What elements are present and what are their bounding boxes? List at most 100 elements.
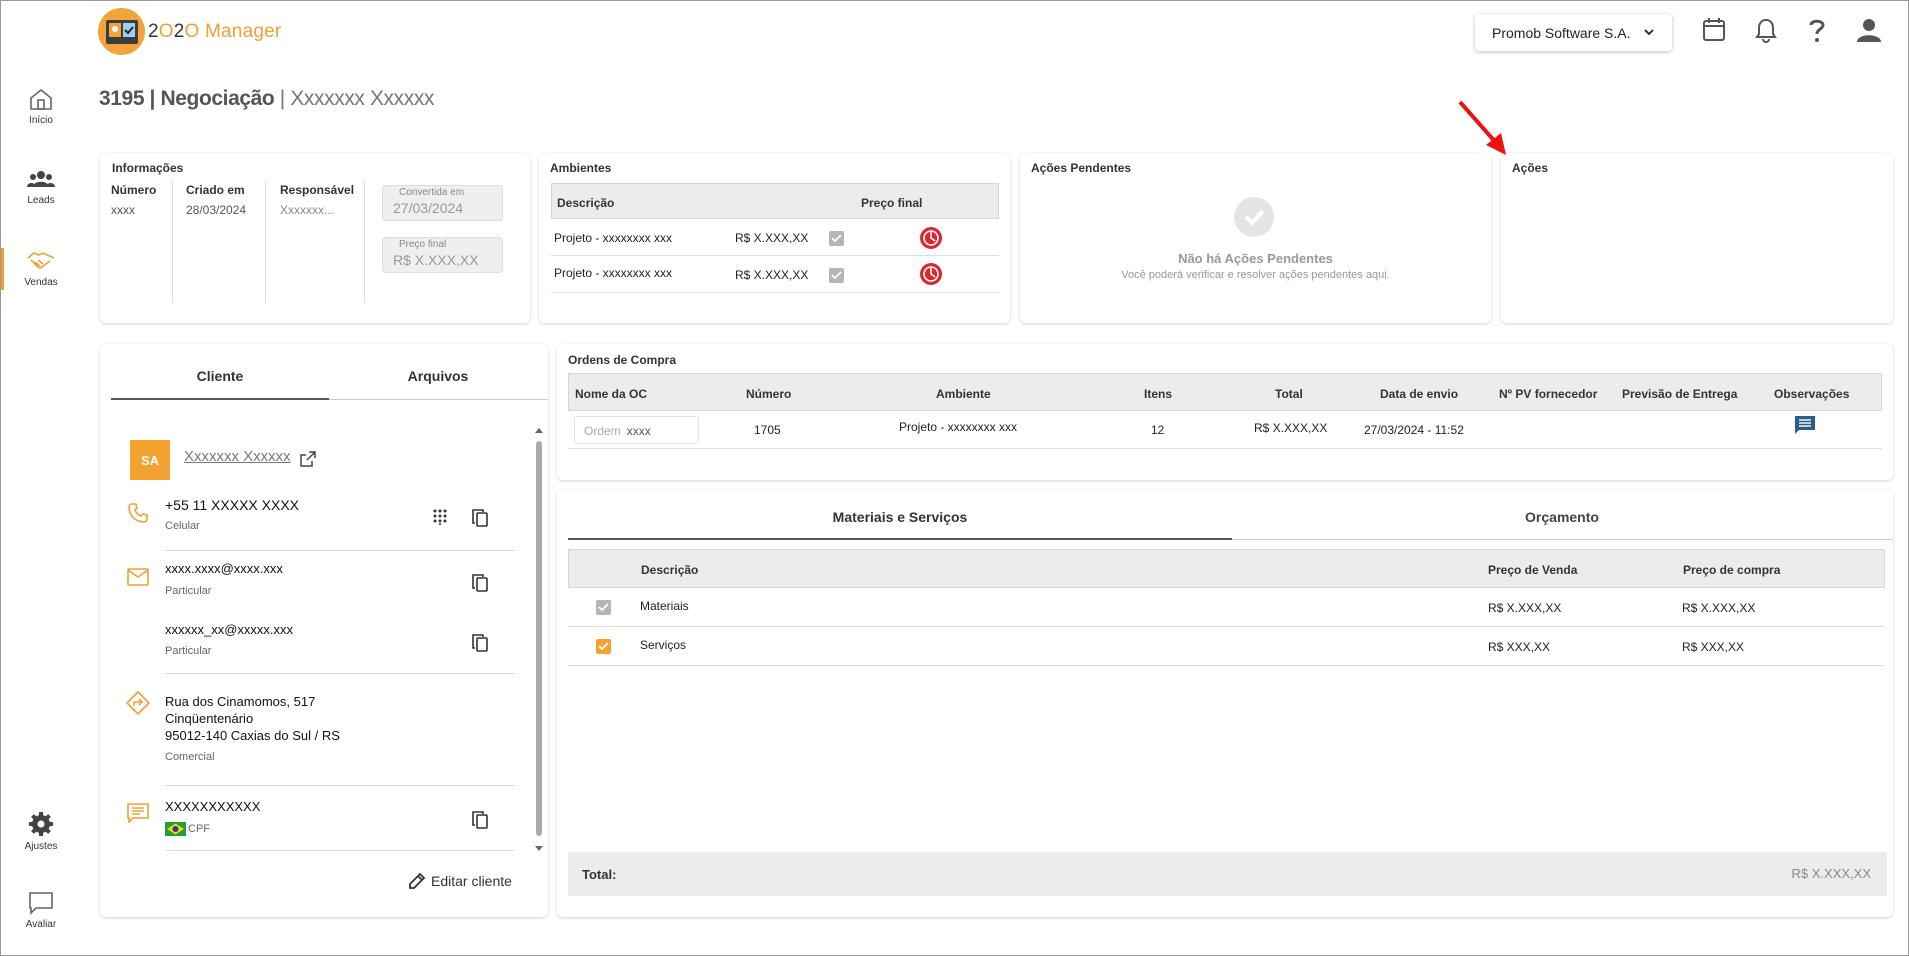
convertida-field: Convertida em 27/03/2024 (382, 185, 503, 221)
servicos-checkbox[interactable] (596, 639, 611, 654)
home-icon (30, 88, 52, 110)
check-circle-icon (1234, 197, 1274, 237)
acoes-pendentes-card (1020, 153, 1491, 323)
sidebar-item-label: Ajustes (24, 841, 58, 852)
materiais-row[interactable]: Materiais R$ X.XXX,XX R$ X.XXX,XX (568, 589, 1885, 627)
sidebar-item-inicio[interactable]: Início (1, 87, 81, 126)
ambientes-header: Descrição Preço final (551, 183, 999, 219)
divider (265, 181, 266, 303)
promob-icon[interactable] (919, 226, 943, 250)
divider (364, 181, 365, 303)
acoes-pendentes-empty-title: Não há Ações Pendentes (1178, 251, 1333, 266)
acoes-pendentes-title: Ações Pendentes (1031, 161, 1132, 175)
logo-badge-icon (98, 8, 145, 55)
tab-orcamento[interactable]: Orçamento (1232, 509, 1892, 525)
calendar-icon[interactable] (1702, 17, 1726, 43)
ordens-title: Ordens de Compra (568, 353, 677, 367)
app-window: 2O2O Manager Promob Software S.A. Início… (0, 0, 1909, 956)
chat-icon (29, 892, 53, 915)
email-icon (127, 568, 149, 586)
divider (172, 181, 173, 303)
tab-active-underline (568, 538, 1232, 540)
page-title: 3195 | Negociação | Xxxxxxx Xxxxxx (99, 87, 435, 110)
account-icon[interactable] (1856, 17, 1882, 43)
copy-icon[interactable] (472, 634, 488, 652)
promob-icon[interactable] (919, 262, 943, 286)
ambiente-row[interactable]: Projeto - xxxxxxxx xxx R$ X.XXX,XX (551, 257, 999, 293)
scrollbar-thumb[interactable] (536, 441, 542, 836)
materiais-checkbox[interactable] (596, 600, 611, 615)
servicos-row[interactable]: Serviços R$ XXX,XX R$ XXX,XX (568, 628, 1885, 666)
acoes-card (1501, 153, 1893, 323)
ambiente-row[interactable]: Projeto - xxxxxxxx xxx R$ X.XXX,XX (551, 220, 999, 256)
info-numero: Número xxxx (111, 183, 157, 217)
gear-icon (29, 812, 53, 836)
divider (165, 785, 515, 786)
total-value: R$ X.XXX,XX (1791, 866, 1871, 881)
tab-cliente[interactable]: Cliente (111, 368, 329, 384)
document-number: XXXXXXXXXXX (165, 799, 261, 814)
materiais-header: Descrição Preço de Venda Preço de compra (568, 549, 1885, 588)
client-name-link[interactable]: Xxxxxxx Xxxxxx (184, 448, 291, 465)
contact-email-1-type: Particular (165, 585, 212, 597)
contact-email-2-type: Particular (165, 645, 212, 657)
ordem-row[interactable]: 1705 Projeto - xxxxxxxx xxx 12 R$ X.XXX,… (568, 412, 1882, 449)
sidebar-item-ajustes[interactable]: Ajustes (1, 811, 81, 852)
dialpad-icon[interactable] (433, 509, 447, 525)
sidebar-item-vendas[interactable]: Vendas (1, 249, 81, 288)
help-icon[interactable] (1806, 17, 1828, 43)
sidebar-item-label: Início (29, 115, 53, 126)
tab-active-underline (111, 398, 329, 400)
scroll-up-icon[interactable] (534, 426, 544, 434)
contact-email-2: xxxxxx_xx@xxxxx.xxx (165, 622, 294, 637)
info-title: Informações (112, 161, 184, 175)
address-line-3: 95012-140 Caxias do Sul / RS (165, 728, 340, 743)
tab-arquivos[interactable]: Arquivos (329, 368, 547, 384)
divider (165, 673, 515, 674)
ambiente-checkbox[interactable] (829, 231, 844, 246)
copy-icon[interactable] (472, 509, 488, 527)
red-arrow-annotation-icon (1458, 100, 1506, 155)
total-label: Total: (582, 867, 617, 882)
people-icon (27, 171, 55, 187)
company-select[interactable]: Promob Software S.A. (1475, 14, 1672, 51)
acoes-title: Ações (1512, 161, 1549, 175)
sidebar-item-leads[interactable]: Leads (1, 169, 81, 206)
contact-phone: +55 11 XXXXX XXXX (165, 497, 299, 513)
sidebar-item-label: Vendas (24, 277, 58, 288)
bell-icon[interactable] (1754, 17, 1778, 43)
app-logo[interactable]: 2O2O Manager (98, 8, 281, 55)
document-icon (127, 803, 149, 823)
contact-phone-type: Celular (165, 520, 200, 532)
scroll-down-icon[interactable] (534, 845, 544, 853)
external-link-icon[interactable] (300, 451, 316, 467)
acoes-pendentes-empty-sub: Você poderá verificar e resolver ações p… (1121, 269, 1390, 281)
contact-email-1: xxxx.xxxx@xxxx.xxx (165, 561, 283, 576)
preco-final-field: Preço final R$ X.XXX,XX (382, 237, 503, 273)
logo-text: 2O2O Manager (148, 20, 282, 42)
sidebar-item-label: Leads (27, 195, 55, 206)
sidebar-item-avaliar[interactable]: Avaliar (1, 891, 81, 930)
ordens-header: Nome da OC Número Ambiente Itens Total D… (568, 373, 1882, 411)
document-type: CPF (188, 823, 210, 835)
brazil-flag-icon (165, 822, 186, 836)
info-responsavel: Responsável Xxxxxxx... (280, 183, 355, 217)
oc-name-input[interactable]: Ordem xxxx (574, 416, 699, 444)
directions-icon (126, 691, 150, 715)
copy-icon[interactable] (472, 811, 488, 829)
address-line-2: Cinqüentenário (165, 711, 254, 726)
address-type: Comercial (165, 751, 215, 763)
pencil-icon (409, 872, 426, 889)
ambiente-checkbox[interactable] (829, 268, 844, 283)
copy-icon[interactable] (472, 574, 488, 592)
tab-materiais-servicos[interactable]: Materiais e Serviços (568, 509, 1232, 525)
handshake-icon (27, 252, 55, 269)
comment-icon[interactable] (1794, 415, 1816, 435)
divider (165, 550, 515, 551)
phone-icon (128, 503, 148, 523)
company-select-value: Promob Software S.A. (1492, 24, 1631, 41)
address-line-1: Rua dos Cinamomos, 517 (165, 694, 316, 709)
edit-client-label: Editar cliente (431, 873, 512, 889)
edit-client-button[interactable]: Editar cliente (408, 872, 512, 890)
ambientes-title: Ambientes (550, 161, 612, 175)
